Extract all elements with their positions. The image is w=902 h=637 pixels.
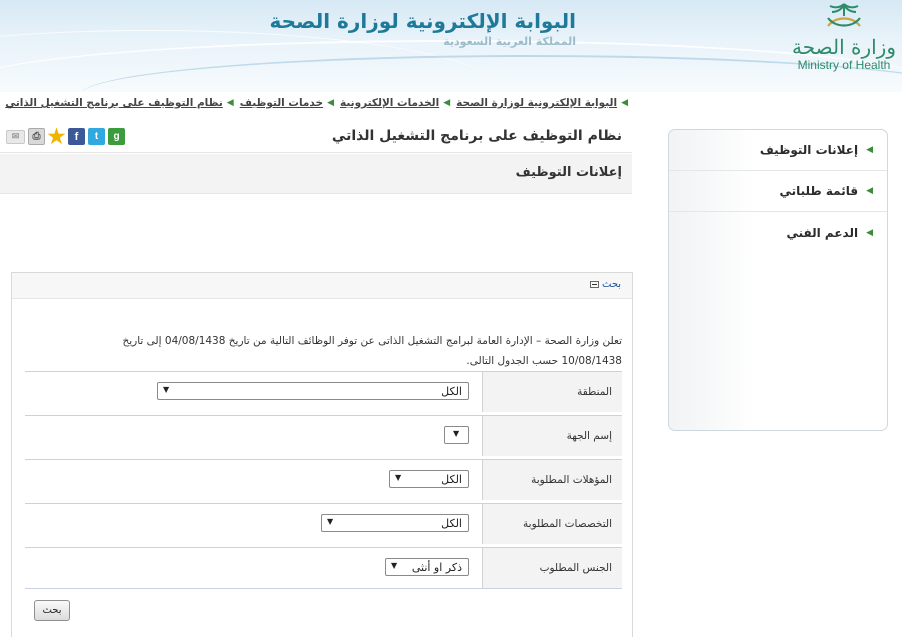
portal-title: البوابة الإلكترونية لوزارة الصحة xyxy=(269,9,576,33)
sidebar-item-tech-support[interactable]: ◀ الدعم الفني xyxy=(669,212,887,253)
sidebar-item-label: الدعم الفني xyxy=(786,225,859,240)
print-icon[interactable]: ⎙ xyxy=(28,128,45,145)
search-toggle-label: بحث xyxy=(602,279,622,290)
dropdown-arrow-icon: ▼ xyxy=(391,561,398,570)
search-submit-button[interactable]: بحث xyxy=(34,600,70,621)
sidebar-arrow-icon: ◀ xyxy=(866,227,873,238)
announcement-line: 10/08/1438 حسب الجدول التالى. xyxy=(466,355,622,367)
breadcrumb-item[interactable]: ◀ خدمات التوظيف xyxy=(240,97,334,109)
twitter-icon[interactable]: t xyxy=(88,128,105,145)
search-panel-header: بحث xyxy=(12,273,632,299)
specializations-select[interactable]: الكل ▼ xyxy=(321,514,469,532)
portal-subtitle: المملكة العربية السعودية xyxy=(443,35,576,48)
section-title: إعلانات التوظيف xyxy=(515,165,622,180)
breadcrumb-arrow-icon: ◀ xyxy=(327,98,334,108)
form-row-qualifications: المؤهلات المطلوبة الكل ▼ xyxy=(25,459,622,500)
breadcrumb-item[interactable]: ◀ البوابة الإلكترونية لوزارة الصحة xyxy=(456,97,628,109)
dropdown-arrow-icon: ▼ xyxy=(395,473,402,482)
entity-select[interactable]: ▼ xyxy=(444,426,469,444)
announcement-text: تعلن وزارة الصحة – الإدارة العامة لبرامج… xyxy=(62,331,622,371)
form-row-gender: الجنس المطلوب ذكر او أنثى ▼ xyxy=(25,547,622,588)
field-label: المؤهلات المطلوبة xyxy=(482,460,622,500)
form-row-entity: إسم الجهة ▼ xyxy=(25,415,622,456)
section-header: إعلانات التوظيف xyxy=(0,154,632,194)
dropdown-arrow-icon: ▼ xyxy=(163,385,170,394)
field-label: الجنس المطلوب xyxy=(482,548,622,588)
mail-icon[interactable]: ✉ xyxy=(6,129,25,144)
qualifications-select[interactable]: الكل ▼ xyxy=(389,470,469,488)
sidebar-arrow-icon: ◀ xyxy=(866,145,873,155)
collapse-minus-icon xyxy=(590,281,599,288)
sidebar-arrow-icon: ◀ xyxy=(866,186,873,196)
breadcrumb-item[interactable]: ◀ نظام التوظيف على برنامج التشغيل الذاتي xyxy=(5,97,233,109)
google-icon[interactable]: g xyxy=(108,128,125,145)
select-value: ذكر او أنثى xyxy=(411,560,462,574)
select-value: الكل xyxy=(441,384,462,398)
field-label: المنطقة xyxy=(482,372,622,412)
sidebar-item-my-requests[interactable]: ◀ قائمة طلباتي xyxy=(669,171,887,212)
form-row-region: المنطقة الكل ▼ xyxy=(25,371,622,412)
logo-arabic-text: وزارة الصحة xyxy=(792,35,896,59)
select-value: الكل xyxy=(441,516,462,530)
breadcrumb-item[interactable]: ◀ الخدمات الإلكترونية xyxy=(340,97,450,109)
sidebar-item-label: إعلانات التوظيف xyxy=(759,143,859,157)
region-select[interactable]: الكل ▼ xyxy=(157,382,469,400)
page-title-bar: ✉ ⎙ ★ f t g نظام التوظيف على برنامج التش… xyxy=(0,124,632,153)
page-title: نظام التوظيف على برنامج التشغيل الذاتي xyxy=(331,128,622,144)
breadcrumb-arrow-icon: ◀ xyxy=(621,98,628,108)
site-header: البوابة الإلكترونية لوزارة الصحة المملكة… xyxy=(0,0,902,92)
palm-swords-emblem-icon xyxy=(827,3,861,27)
share-toolbar: ✉ ⎙ ★ f t g xyxy=(6,126,125,148)
ministry-logo[interactable]: وزارة الصحة Ministry of Health xyxy=(788,2,900,88)
favorite-star-icon[interactable]: ★ xyxy=(48,126,66,148)
field-label: إسم الجهة xyxy=(482,416,622,456)
sidebar-item-job-ads[interactable]: ◀ إعلانات التوظيف xyxy=(669,130,887,171)
dropdown-arrow-icon: ▼ xyxy=(453,429,460,438)
search-panel: بحث تعلن وزارة الصحة – الإدارة العامة لب… xyxy=(11,272,633,637)
announcement-line: تعلن وزارة الصحة – الإدارة العامة لبرامج… xyxy=(122,335,622,347)
field-label: التخصصات المطلوبة xyxy=(482,504,622,544)
breadcrumb-link-portal[interactable]: البوابة الإلكترونية لوزارة الصحة xyxy=(456,97,617,109)
gender-select[interactable]: ذكر او أنثى ▼ xyxy=(385,558,469,576)
form-row-specializations: التخصصات المطلوبة الكل ▼ xyxy=(25,503,622,544)
breadcrumb-link-employment[interactable]: خدمات التوظيف xyxy=(240,97,323,109)
form-divider xyxy=(25,588,622,589)
search-collapse-toggle[interactable]: بحث xyxy=(590,279,621,290)
facebook-icon[interactable]: f xyxy=(68,128,85,145)
breadcrumb-link-eservices[interactable]: الخدمات الإلكترونية xyxy=(340,97,439,109)
breadcrumb-link-current[interactable]: نظام التوظيف على برنامج التشغيل الذاتي xyxy=(5,97,223,109)
dropdown-arrow-icon: ▼ xyxy=(327,517,334,526)
sidebar-item-label: قائمة طلباتي xyxy=(779,184,859,198)
logo-english-text: Ministry of Health xyxy=(797,58,891,72)
breadcrumb-arrow-icon: ◀ xyxy=(226,98,234,108)
select-value: الكل xyxy=(441,472,462,486)
sidebar-menu: ◀ إعلانات التوظيف ◀ قائمة طلباتي ◀ الدعم… xyxy=(668,129,888,431)
breadcrumb-arrow-icon: ◀ xyxy=(443,98,451,108)
breadcrumb: ◀ البوابة الإلكترونية لوزارة الصحة ◀ الخ… xyxy=(5,97,628,109)
